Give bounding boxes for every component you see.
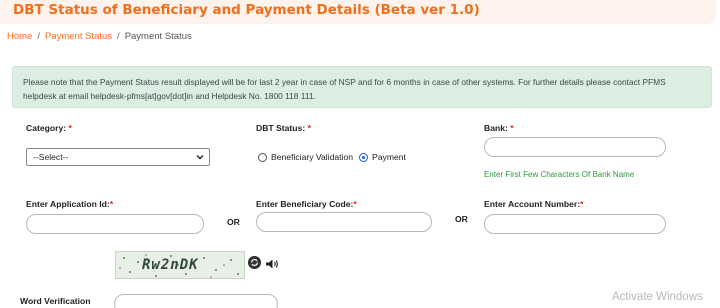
breadcrumb-separator: / <box>37 31 40 42</box>
breadcrumb-current: Payment Status <box>124 31 192 42</box>
beneficiary-code-label: Enter Beneficiary Code:* <box>256 199 357 209</box>
captcha-text: Rw2nDK <box>142 257 199 273</box>
breadcrumb-home-link[interactable]: Home <box>7 31 32 42</box>
radio-payment[interactable] <box>359 152 369 162</box>
account-number-label-text: Enter Account Number: <box>484 199 581 209</box>
required-mark: * <box>307 123 311 133</box>
radio-beneficiary-validation[interactable] <box>258 152 267 162</box>
page-title: DBT Status of Beneficiary and Payment De… <box>13 2 480 18</box>
required-mark: * <box>510 123 514 133</box>
title-bar: DBT Status of Beneficiary and Payment De… <box>0 0 716 24</box>
word-verification-input[interactable] <box>114 294 278 308</box>
account-number-input[interactable] <box>484 214 666 234</box>
or-separator: OR <box>455 214 468 224</box>
application-id-input[interactable] <box>26 214 204 234</box>
application-id-label-text: Enter Application Id: <box>26 199 110 209</box>
required-mark: * <box>353 199 357 209</box>
word-verification-label: Word Verification <box>20 296 91 306</box>
application-id-label: Enter Application Id:* <box>26 199 113 209</box>
breadcrumb-separator: / <box>117 31 120 42</box>
category-select[interactable]: --Select-- <box>26 148 210 166</box>
radio-payment-label[interactable]: Payment <box>372 152 406 162</box>
or-separator: OR <box>227 217 240 227</box>
required-mark: * <box>580 199 584 209</box>
bank-label: Bank: * <box>484 123 514 133</box>
account-number-label: Enter Account Number:* <box>484 199 584 209</box>
category-label: Category: * <box>26 123 72 133</box>
required-mark: * <box>68 123 72 133</box>
captcha-image: Rw2nDK <box>115 251 245 279</box>
category-selected-value: --Select-- <box>33 152 69 162</box>
breadcrumb: Home / Payment Status / Payment Status <box>7 31 192 42</box>
dbt-status-radio-group: Beneficiary Validation Payment <box>258 152 412 162</box>
radio-beneficiary-validation-label[interactable]: Beneficiary Validation <box>271 152 353 162</box>
bank-input[interactable] <box>484 137 666 157</box>
bank-label-text: Bank: <box>484 123 508 133</box>
activate-windows-watermark: Activate Windows <box>612 291 703 303</box>
beneficiary-code-input[interactable] <box>256 212 432 232</box>
chevron-down-icon <box>196 155 204 160</box>
dbt-status-label: DBT Status: * <box>256 123 311 133</box>
bank-hint: Enter First Few Characters Of Bank Name <box>484 170 635 179</box>
payment-status-notice: Please note that the Payment Status resu… <box>12 66 712 108</box>
speaker-icon[interactable] <box>265 259 279 269</box>
beneficiary-code-label-text: Enter Beneficiary Code: <box>256 199 354 209</box>
category-label-text: Category: <box>26 123 67 133</box>
required-mark: * <box>109 199 114 209</box>
dbt-status-label-text: DBT Status: <box>256 123 306 133</box>
breadcrumb-payment-status-link[interactable]: Payment Status <box>45 31 112 42</box>
refresh-icon[interactable] <box>248 256 261 269</box>
